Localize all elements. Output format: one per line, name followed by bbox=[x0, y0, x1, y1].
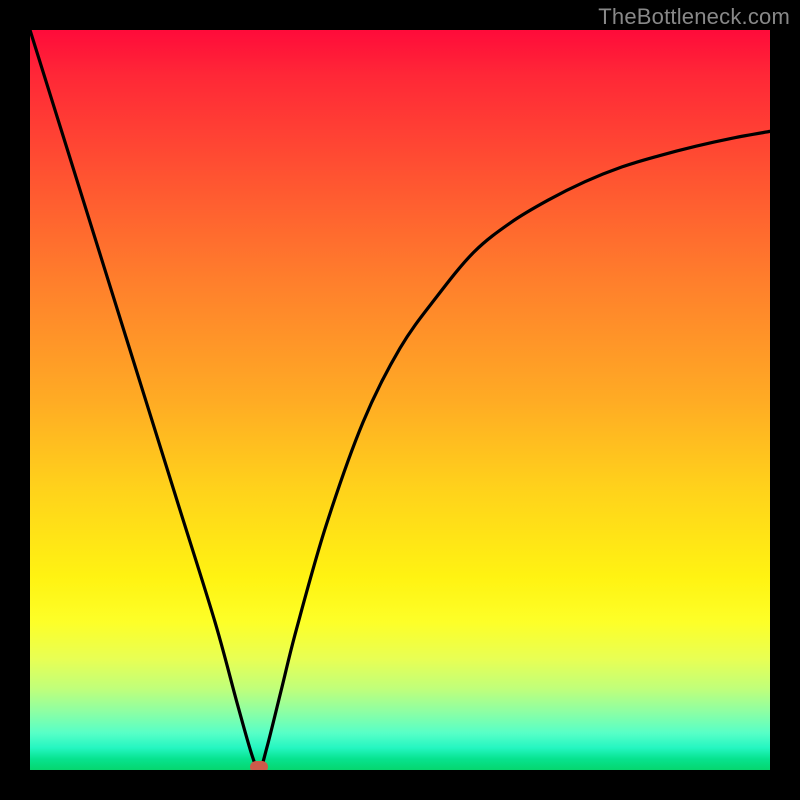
bottleneck-curve bbox=[30, 30, 770, 770]
watermark-text: TheBottleneck.com bbox=[598, 4, 790, 30]
chart-frame: TheBottleneck.com bbox=[0, 0, 800, 800]
plot-area bbox=[30, 30, 770, 770]
minimum-marker bbox=[250, 761, 268, 770]
